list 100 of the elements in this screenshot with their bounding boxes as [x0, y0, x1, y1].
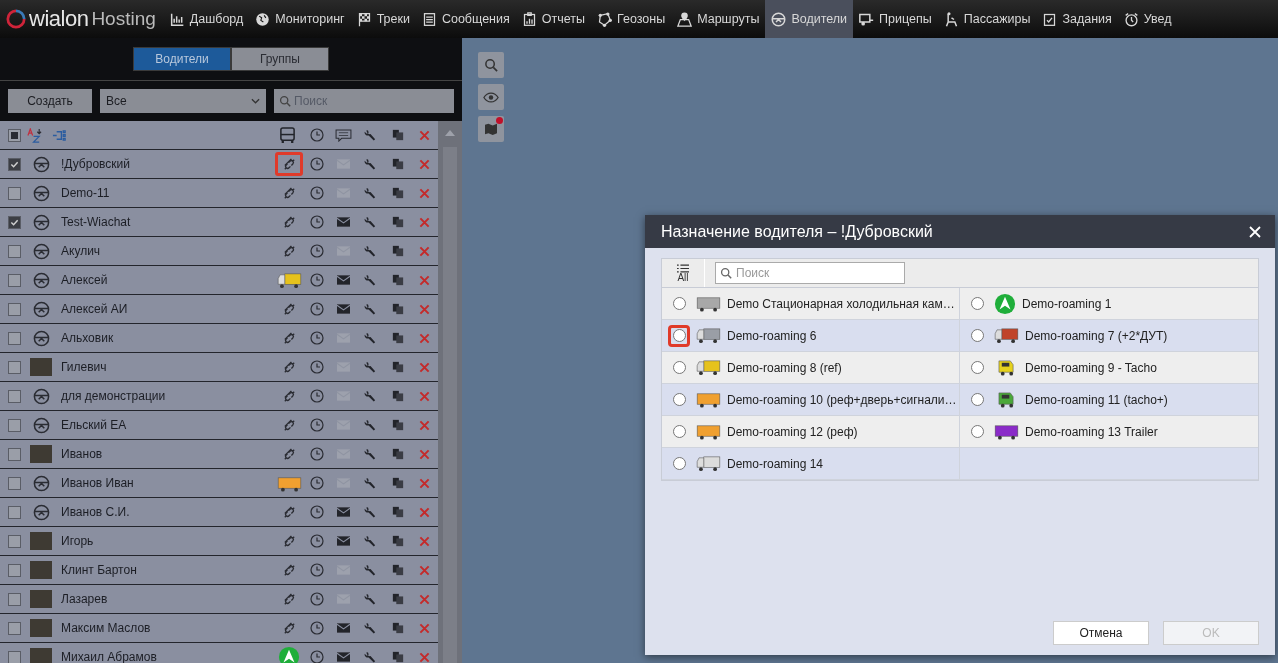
clock-icon[interactable]: [309, 592, 324, 606]
wrench-icon[interactable]: [364, 418, 377, 432]
wrench-icon[interactable]: [364, 244, 377, 258]
unit-option[interactable]: Demo-roaming 13 Trailer: [960, 416, 1258, 448]
panel-tab[interactable]: Группы: [231, 47, 329, 71]
nav-tab[interactable]: Задания: [1036, 0, 1118, 38]
row-checkbox[interactable]: [8, 215, 21, 229]
clock-icon[interactable]: [309, 128, 324, 142]
bus-icon[interactable]: [279, 126, 296, 144]
filter-dropdown[interactable]: Все: [100, 89, 266, 113]
unit-option[interactable]: Demo Стационарная холодильная кам…: [662, 288, 960, 320]
copy-icon[interactable]: [391, 245, 404, 257]
row-checkbox[interactable]: [8, 447, 21, 461]
nav-tab[interactable]: Прицепы: [853, 0, 938, 38]
dialog-button[interactable]: Отмена: [1053, 621, 1149, 645]
copy-icon[interactable]: [391, 651, 404, 663]
row-checkbox[interactable]: [8, 302, 21, 316]
search-field[interactable]: Поиск: [715, 262, 905, 284]
wrench-icon[interactable]: [364, 621, 377, 635]
clock-icon[interactable]: [309, 157, 324, 171]
sms-icon[interactable]: [335, 128, 352, 142]
copy-icon[interactable]: [391, 477, 404, 489]
wrench-icon[interactable]: [364, 157, 377, 171]
clock-icon[interactable]: [309, 476, 324, 490]
envelope-icon[interactable]: [337, 652, 350, 662]
row-checkbox[interactable]: [8, 273, 21, 287]
clock-icon[interactable]: [309, 273, 324, 287]
copy-icon[interactable]: [391, 332, 404, 344]
clock-icon[interactable]: [309, 505, 324, 519]
row-checkbox[interactable]: [8, 592, 21, 606]
clock-icon[interactable]: [309, 563, 324, 577]
unit-option[interactable]: Demo-roaming 8 (ref): [662, 352, 960, 384]
nav-tab[interactable]: Сообщения: [415, 0, 516, 38]
unit-option[interactable]: Demo-roaming 12 (реф): [662, 416, 960, 448]
copy-icon[interactable]: [391, 622, 404, 634]
radio-button[interactable]: [970, 393, 984, 406]
radio-button[interactable]: [970, 361, 984, 374]
row-checkbox[interactable]: [8, 650, 21, 663]
radio-button[interactable]: [672, 425, 686, 438]
clock-icon[interactable]: [309, 360, 324, 374]
nav-tab[interactable]: Геозоны: [591, 0, 672, 38]
nav-tab[interactable]: Мониторинг: [249, 0, 351, 38]
nav-tab[interactable]: Треки: [350, 0, 416, 38]
envelope-icon[interactable]: [337, 507, 350, 517]
copy-icon[interactable]: [391, 448, 404, 460]
clock-icon[interactable]: [309, 534, 324, 548]
wrench-icon[interactable]: [364, 360, 377, 374]
wrench-icon[interactable]: [364, 331, 377, 345]
clock-icon[interactable]: [309, 331, 324, 345]
panel-tab[interactable]: Водители: [133, 47, 231, 71]
nav-tab[interactable]: Увед: [1117, 0, 1178, 38]
nav-tab[interactable]: Дашборд: [163, 0, 250, 38]
row-checkbox[interactable]: [8, 331, 21, 345]
envelope-icon[interactable]: [337, 304, 350, 314]
radio-button[interactable]: [970, 425, 984, 438]
copy-icon[interactable]: [391, 593, 404, 605]
wrench-icon[interactable]: [364, 534, 377, 548]
wrench-icon[interactable]: [364, 505, 377, 519]
nav-tab[interactable]: Водители: [765, 0, 854, 38]
wrench-icon[interactable]: [364, 650, 377, 663]
clock-icon[interactable]: [309, 447, 324, 461]
unit-option[interactable]: Demo-roaming 11 (tacho+): [960, 384, 1258, 416]
wrench-icon[interactable]: [364, 476, 377, 490]
copy-icon[interactable]: [391, 187, 404, 199]
row-checkbox[interactable]: [8, 186, 21, 200]
wrench-icon[interactable]: [364, 186, 377, 200]
row-checkbox[interactable]: [8, 389, 21, 403]
unit-option[interactable]: Demo-roaming 14: [662, 448, 960, 480]
scrollbar[interactable]: [438, 121, 462, 663]
clock-icon[interactable]: [309, 302, 324, 316]
wrench-icon[interactable]: [364, 273, 377, 287]
unit-option[interactable]: Demo-roaming 10 (реф+дверь+сигнали…: [662, 384, 960, 416]
row-checkbox[interactable]: [8, 621, 21, 635]
row-checkbox[interactable]: [8, 534, 21, 548]
row-checkbox[interactable]: [8, 360, 21, 374]
wrench-icon[interactable]: [364, 215, 377, 229]
search-button[interactable]: [478, 52, 504, 78]
unit-option[interactable]: Demo-roaming 9 - Tacho: [960, 352, 1258, 384]
copy-icon[interactable]: [391, 564, 404, 576]
copy-icon[interactable]: [391, 158, 404, 170]
envelope-icon[interactable]: [337, 275, 350, 285]
envelope-icon[interactable]: [337, 536, 350, 546]
copy-icon[interactable]: [391, 216, 404, 228]
copy-icon[interactable]: [391, 506, 404, 518]
row-checkbox[interactable]: [8, 476, 21, 490]
sort-az-icon[interactable]: [27, 127, 42, 143]
copy-icon[interactable]: [391, 274, 404, 286]
radio-button[interactable]: [672, 329, 686, 342]
wrench-icon[interactable]: [364, 128, 377, 142]
wrench-icon[interactable]: [364, 389, 377, 403]
clock-icon[interactable]: [309, 186, 324, 200]
envelope-icon[interactable]: [337, 217, 350, 227]
copy-icon[interactable]: [391, 129, 404, 141]
row-checkbox[interactable]: [8, 244, 21, 258]
eye-button[interactable]: [478, 84, 504, 110]
wrench-icon[interactable]: [364, 447, 377, 461]
unit-option[interactable]: Demo-roaming 6: [662, 320, 960, 352]
row-checkbox[interactable]: [8, 418, 21, 432]
clock-icon[interactable]: [309, 621, 324, 635]
row-checkbox[interactable]: [8, 157, 21, 171]
